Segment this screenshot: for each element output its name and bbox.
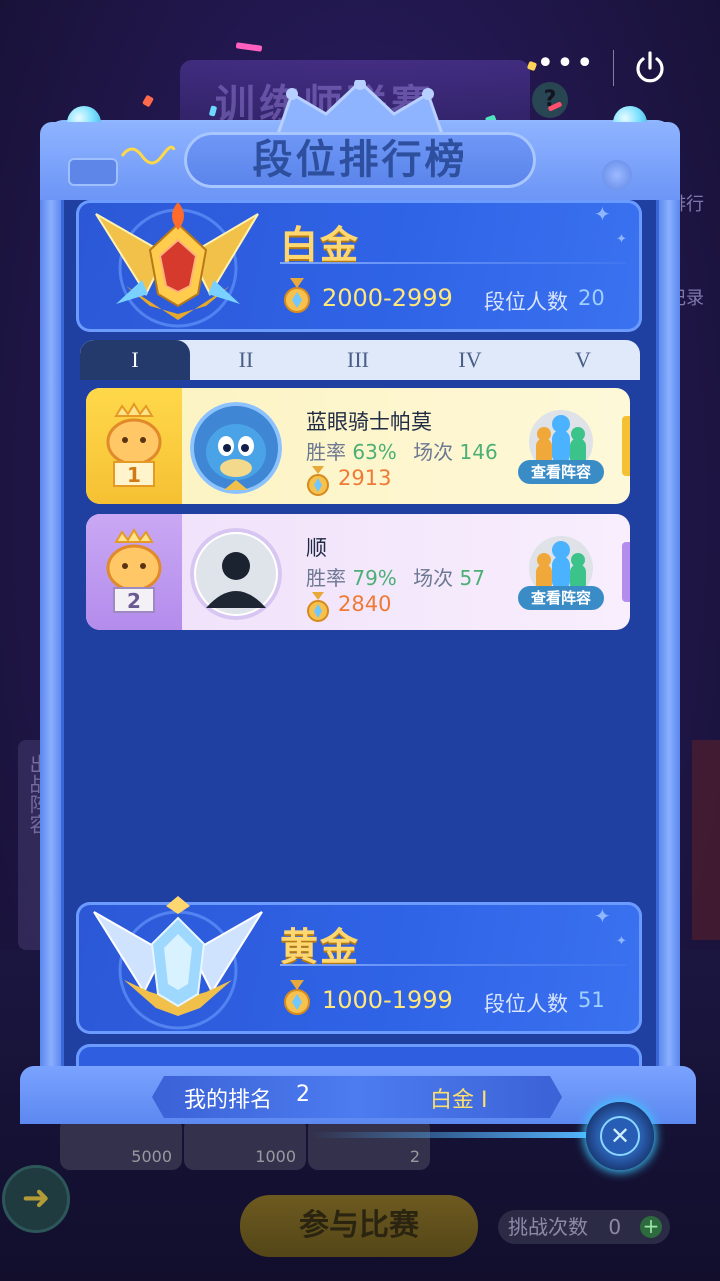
win-rate-label: 胜率	[306, 440, 346, 464]
sparkle-icon: ✦	[616, 934, 627, 949]
sparkle-icon: ✦	[594, 904, 611, 928]
tier-name: 白金	[280, 223, 361, 267]
player-stats: 胜率 79% 场次 57	[306, 562, 485, 591]
my-rank-label: 我的排名	[184, 1088, 273, 1113]
sub-tier-tabs: I II III IV V	[80, 340, 640, 380]
close-glow-trail	[310, 1132, 590, 1138]
challenge-value: 0	[608, 1215, 622, 1239]
games-label: 场次	[413, 440, 454, 464]
games-count: 57	[459, 566, 485, 590]
tier-count: 20	[578, 286, 605, 310]
close-icon[interactable]: ✕	[600, 1116, 640, 1156]
background-right-panel	[692, 740, 720, 940]
games-label: 场次	[413, 566, 454, 590]
capsule-divider	[613, 50, 614, 86]
gold-emblem-icon	[93, 896, 263, 1030]
games-count: 146	[459, 440, 498, 464]
frame-post-left	[40, 130, 62, 1080]
background-reward-value: 5000	[131, 1147, 172, 1166]
header-decoration	[68, 158, 118, 186]
mini-program-capsule: •••	[520, 44, 686, 92]
player-avatar	[190, 528, 282, 620]
player-score: 2840	[338, 592, 392, 616]
background-reward-card: 2	[308, 1118, 430, 1170]
tab-tier-3[interactable]: III	[302, 340, 414, 380]
challenge-count: 挑战次数 0 +	[498, 1210, 670, 1244]
medal-icon	[284, 278, 310, 313]
tier-divider	[280, 262, 626, 264]
rank-number: 2	[127, 589, 141, 613]
tier-name: 黄金	[280, 925, 361, 969]
tier-card-platinum: 白金 2000-2999 段位人数 20 ✦ ✦	[76, 200, 642, 332]
back-arrow-icon: ➜	[21, 1178, 51, 1218]
tab-tier-4[interactable]: IV	[414, 340, 526, 380]
my-rank-value: 2	[296, 1082, 310, 1107]
row-edge	[622, 542, 630, 602]
win-rate: 79%	[352, 566, 397, 590]
medal-icon	[284, 980, 310, 1015]
player-avatar	[190, 402, 282, 494]
tier-count-label: 段位人数	[484, 992, 568, 1016]
medal-icon	[307, 466, 329, 496]
tier-count-label: 段位人数	[484, 290, 568, 314]
tab-tier-1[interactable]: I	[80, 340, 190, 380]
frame-post-right	[658, 130, 680, 1080]
challenge-label: 挑战次数	[508, 1215, 588, 1239]
player-name: 顺	[306, 536, 327, 560]
view-lineup-button[interactable]: 查看阵容	[518, 460, 604, 484]
streamer-decoration	[120, 145, 176, 165]
view-lineup-button[interactable]: 查看阵容	[518, 586, 604, 610]
player-score: 2913	[338, 466, 392, 490]
win-rate-label: 胜率	[306, 566, 346, 590]
player-name: 蓝眼骑士帕莫	[306, 410, 432, 434]
tier-card-gold: 黄金 1000-1999 段位人数 51 ✦ ✦	[76, 896, 642, 1034]
header-knob	[602, 160, 632, 190]
sparkle-icon: ✦	[616, 232, 627, 247]
challenge-add-icon: +	[640, 1216, 662, 1238]
row-edge	[622, 416, 630, 476]
tier-divider	[280, 964, 626, 966]
join-match-button: 参与比赛	[240, 1195, 478, 1257]
back-button: ➜	[2, 1165, 70, 1233]
tier-score-range: 2000-2999	[322, 284, 453, 312]
leaderboard-row[interactable]: 1 蓝眼骑士帕莫 胜率 63% 场次 146 2913 查看阵容	[86, 388, 630, 504]
win-rate: 63%	[352, 440, 397, 464]
rank-badge-icon: 1	[106, 402, 162, 487]
background-reward-card: 5000	[60, 1118, 182, 1170]
medal-icon	[307, 592, 329, 622]
power-icon[interactable]	[630, 48, 670, 88]
sparkle-icon: ✦	[594, 202, 611, 226]
tab-tier-5[interactable]: V	[526, 340, 640, 380]
my-tier: 白金 I	[430, 1088, 488, 1113]
background-reward-card: 1000	[184, 1118, 306, 1170]
background-reward-value: 1000	[255, 1147, 296, 1166]
player-stats: 胜率 63% 场次 146	[306, 436, 498, 465]
leaderboard-row[interactable]: 2 顺 胜率 79% 场次 57 2840 查看阵容	[86, 514, 630, 630]
tab-tier-2[interactable]: II	[190, 340, 302, 380]
platinum-emblem-icon	[95, 202, 259, 328]
crown-icon	[275, 80, 445, 136]
tier-score-range: 1000-1999	[322, 986, 453, 1014]
background-reward-value: 2	[409, 1147, 420, 1166]
rank-number: 1	[127, 463, 141, 487]
modal-title: 段位排行榜	[252, 137, 468, 183]
rank-badge-icon: 2	[106, 528, 162, 613]
tier-count: 51	[578, 988, 605, 1012]
